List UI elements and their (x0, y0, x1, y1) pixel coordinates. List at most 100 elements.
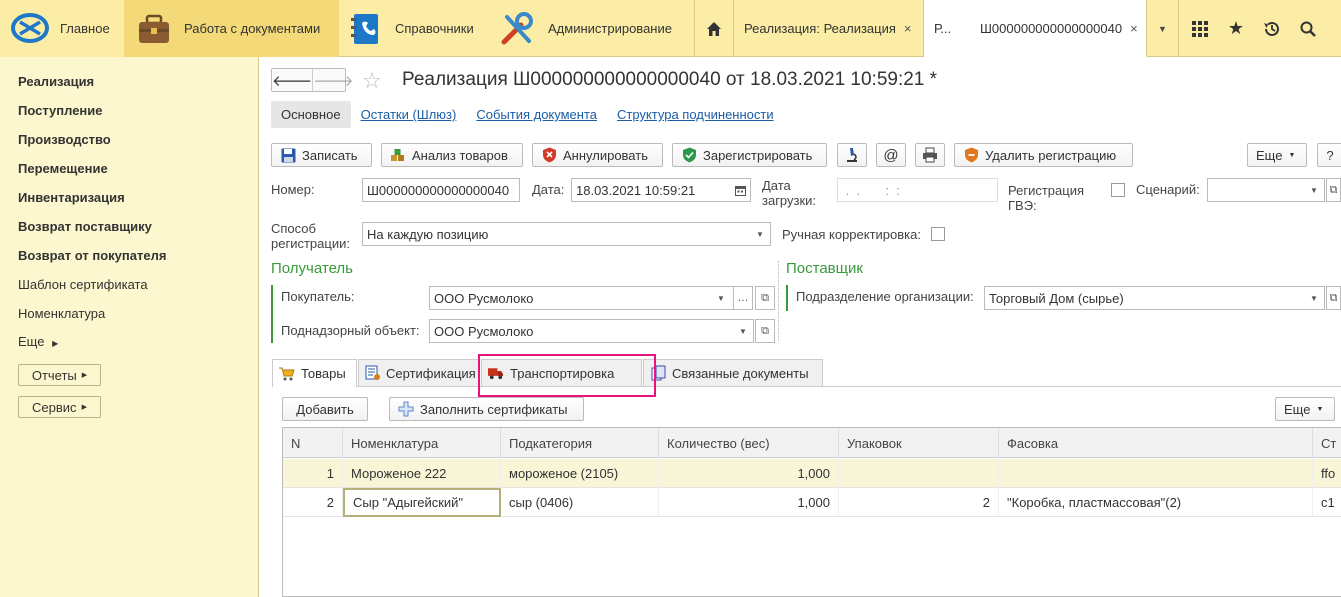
chevron-down-icon[interactable]: ▼ (733, 320, 753, 342)
column-packages[interactable]: Упаковок (839, 428, 999, 458)
tools-icon (501, 12, 533, 45)
home-tab[interactable] (694, 0, 734, 57)
manual-correction-checkbox[interactable] (931, 227, 945, 241)
sidebar-item-realization[interactable]: Реализация (18, 74, 94, 89)
chevron-down-icon[interactable]: ▼ (1304, 179, 1324, 201)
tab-subordination-structure[interactable]: Структура подчиненности (607, 101, 784, 128)
shield-green-icon (681, 147, 697, 163)
email-button[interactable]: @ (876, 143, 906, 167)
help-button[interactable]: ? (1317, 143, 1341, 167)
fill-certificates-button[interactable]: Заполнить сертификаты (389, 397, 584, 421)
open-tab-realization-list[interactable]: Реализация: Реализация × (734, 0, 924, 57)
buyer-open-button[interactable]: ⧉ (755, 286, 775, 310)
sidebar-item-return-customer[interactable]: Возврат от покупателя (18, 248, 166, 263)
column-subcategory[interactable]: Подкатегория (501, 428, 659, 458)
org-department-open-button[interactable]: ⧉ (1326, 286, 1341, 310)
load-date-field[interactable]: . . : : (837, 178, 998, 202)
scenario-label: Сценарий: (1136, 182, 1200, 197)
buyer-select-button[interactable]: … (733, 286, 753, 310)
cell-nomenclature[interactable]: Сыр "Адыгейский" (343, 488, 501, 517)
section-documents[interactable]: Работа с документами (124, 0, 339, 57)
more-label: Еще (1256, 147, 1283, 163)
chevron-down-icon[interactable]: ▼ (750, 223, 770, 245)
analyze-goods-button[interactable]: Анализ товаров (381, 143, 523, 167)
section-administration[interactable]: Администрирование (489, 0, 694, 57)
back-button[interactable]: 🡐 (272, 69, 312, 91)
briefcase-icon (139, 14, 169, 43)
column-extra[interactable]: Ст (1313, 428, 1341, 458)
print-button[interactable] (915, 143, 945, 167)
column-n[interactable]: N (283, 428, 343, 458)
reg-method-field[interactable]: На каждую позицию ▼ (362, 222, 771, 246)
more-button[interactable]: Еще ▼ (1247, 143, 1307, 167)
goods-more-button[interactable]: Еще ▼ (1275, 397, 1335, 421)
buyer-label: Покупатель: (281, 289, 355, 304)
close-icon[interactable]: × (1130, 21, 1138, 36)
section-references[interactable]: Справочники (339, 0, 489, 57)
delete-registration-button[interactable]: Удалить регистрацию (954, 143, 1133, 167)
scenario-open-button[interactable]: ⧉ (1326, 178, 1341, 202)
tabs-dropdown[interactable]: ▼ (1147, 0, 1179, 57)
calendar-icon[interactable] (730, 179, 750, 201)
sidebar-item-transfer[interactable]: Перемещение (18, 161, 108, 176)
favorite-star-icon[interactable]: ☆ (362, 68, 382, 94)
cell-n: 1 (283, 459, 343, 488)
table-row[interactable]: 2 Сыр "Адыгейский" сыр (0406) 1,000 2 "К… (283, 488, 1341, 517)
service-label: Сервис (32, 399, 77, 415)
org-department-field[interactable]: Торговый Дом (сырье) ▼ (984, 286, 1325, 310)
save-button[interactable]: Записать (271, 143, 372, 167)
open-icon: ⧉ (1329, 183, 1338, 196)
sidebar-item-cert-template[interactable]: Шаблон сертификата (18, 277, 148, 292)
sidebar-item-receipt[interactable]: Поступление (18, 103, 103, 118)
tab-related-documents[interactable]: Связанные документы (643, 359, 823, 386)
open-tabs-bar: Реализация: Реализация × Р... Ш000000000… (694, 0, 1180, 57)
search-button[interactable] (1290, 0, 1326, 57)
apps-grid-button[interactable] (1182, 0, 1218, 57)
table-row[interactable]: 1 Мороженое 222 мороженое (2105) 1,000 f… (283, 459, 1341, 488)
column-packing[interactable]: Фасовка (999, 428, 1313, 458)
annul-label: Аннулировать (563, 147, 648, 163)
forward-button[interactable]: 🡒 (312, 69, 353, 91)
supervised-object-field[interactable]: ООО Русмолоко ▼ (429, 319, 754, 343)
tab-goods[interactable]: Товары (272, 359, 357, 387)
scenario-field[interactable]: ▼ (1207, 178, 1325, 202)
sidebar-item-production[interactable]: Производство (18, 132, 111, 147)
sidebar-item-return-supplier[interactable]: Возврат поставщику (18, 219, 152, 234)
plus-cross-icon (398, 401, 414, 417)
history-button[interactable] (1254, 0, 1290, 57)
column-nomenclature[interactable]: Номенклатура (343, 428, 501, 458)
sidebar-item-inventory[interactable]: Инвентаризация (18, 190, 125, 205)
tab-main[interactable]: Основное (271, 101, 351, 128)
service-button[interactable]: Сервис ▶ (18, 396, 101, 418)
column-quantity[interactable]: Количество (вес) (659, 428, 839, 458)
date-field[interactable]: 18.03.2021 10:59:21 (571, 178, 751, 202)
add-button[interactable]: Добавить (282, 397, 368, 421)
chevron-down-icon[interactable]: ▼ (1304, 287, 1324, 309)
supervised-object-open-button[interactable]: ⧉ (755, 319, 775, 343)
buyer-field[interactable]: ООО Русмолоко ▼ (429, 286, 734, 310)
register-button[interactable]: Зарегистрировать (672, 143, 827, 167)
help-label: ? (1326, 147, 1334, 163)
annul-button[interactable]: Аннулировать (532, 143, 663, 167)
reports-button[interactable]: Отчеты ▶ (18, 364, 101, 386)
recipient-group-title: Получатель (271, 260, 353, 277)
load-date-label-line2: загрузки: (762, 193, 817, 208)
chevron-down-icon[interactable]: ▼ (711, 287, 731, 309)
gve-checkbox[interactable] (1111, 183, 1125, 197)
open-tab-short-label: Р... (934, 20, 952, 36)
tab-balances-gateway[interactable]: Остатки (Шлюз) (351, 101, 467, 128)
sidebar-item-nomenclature[interactable]: Номенклатура (18, 306, 105, 321)
star-icon: ★ (1227, 18, 1245, 38)
open-tab-current-document[interactable]: Р... Ш000000000000000040 × (924, 0, 1147, 57)
tab-document-events[interactable]: События документа (466, 101, 607, 128)
load-date-label: Дата загрузки: (762, 178, 816, 208)
tab-certification[interactable]: Сертификация (358, 359, 480, 386)
section-documents-label: Работа с документами (184, 21, 321, 36)
certificate-icon (365, 365, 380, 381)
microscope-button[interactable] (837, 143, 867, 167)
favorites-button[interactable]: ★ (1218, 0, 1254, 57)
sidebar-more[interactable]: Еще ▶ (18, 334, 58, 349)
close-icon[interactable]: × (904, 21, 912, 36)
section-main[interactable]: Главное (0, 0, 124, 57)
number-field[interactable]: Ш000000000000000040 (362, 178, 520, 202)
